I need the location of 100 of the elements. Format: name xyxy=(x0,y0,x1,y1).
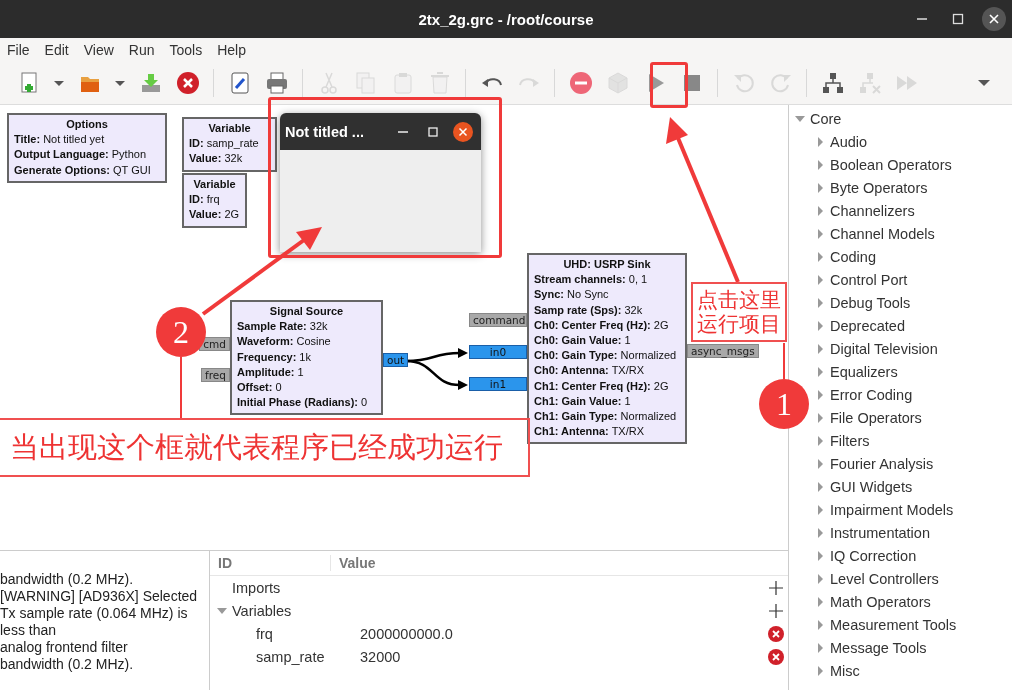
menu-item[interactable]: Edit xyxy=(44,42,69,58)
tree-item[interactable]: Deprecated xyxy=(809,314,905,337)
close-button[interactable] xyxy=(982,7,1006,31)
block-param: Value: 32k xyxy=(189,151,244,167)
tree-item[interactable]: Debug Tools xyxy=(809,291,911,314)
block-param: Generate Options: QT GUI xyxy=(14,162,152,178)
tree-item[interactable]: Audio xyxy=(809,130,868,153)
tree-item[interactable]: File Operators xyxy=(809,406,922,429)
block-title: Options xyxy=(65,117,109,132)
variable-row[interactable]: Imports xyxy=(210,576,788,599)
tree-item[interactable]: Instrumentation xyxy=(809,521,930,544)
printer-icon xyxy=(264,71,289,95)
menu-item[interactable]: View xyxy=(83,42,114,58)
log-line: bandwidth (0.2 MHz). xyxy=(0,656,135,673)
port[interactable]: async_msgs xyxy=(687,344,759,358)
remove-icon[interactable] xyxy=(768,625,784,642)
log-line: bandwidth (0.2 MHz). xyxy=(0,571,135,588)
block-title: Signal Source xyxy=(268,304,345,319)
hierarchy-icon xyxy=(820,71,845,95)
block-param: Value: 2G xyxy=(189,207,240,223)
menu-item[interactable]: Tools xyxy=(169,42,203,58)
tree-item[interactable]: IQ Correction xyxy=(809,544,917,567)
block-node[interactable]: Variable ID: samp_rate Value: 32k xyxy=(182,117,277,172)
tree-item[interactable]: Digital Television xyxy=(809,337,938,360)
caret-icon xyxy=(115,80,125,86)
tree-item[interactable]: Error Coding xyxy=(809,383,913,406)
block-param: ID: samp_rate xyxy=(189,136,260,152)
close-button[interactable] xyxy=(453,121,473,142)
block-node[interactable]: Signal Source Sample Rate: 32k Waveform: Cosine Frequency: 1k Amplitude: 1 Offset: 0 Initial Phase (Radians): 0 xyxy=(230,300,383,416)
minimize-icon xyxy=(916,18,928,20)
block-param: Stream channels: 0, 1 xyxy=(534,272,649,288)
variable-row[interactable]: Variables xyxy=(210,599,788,622)
tree-item[interactable]: Core xyxy=(789,107,842,130)
maximize-icon xyxy=(952,13,964,25)
cube-icon xyxy=(605,71,630,95)
close-icon xyxy=(453,121,473,142)
block-param: Amplitude: 1 xyxy=(237,364,305,380)
block-param: Ch1: Antenna: TX/RX xyxy=(534,424,646,440)
block-title: Variable xyxy=(207,121,252,136)
block-param: Ch0: Antenna: TX/RX xyxy=(534,363,646,379)
tree-item[interactable]: Fourier Analysis xyxy=(809,452,934,475)
add-icon[interactable] xyxy=(768,602,784,619)
tree-item[interactable]: Coding xyxy=(809,245,876,268)
tree-item[interactable]: Filters xyxy=(809,429,870,452)
block-param: ID: frq xyxy=(189,192,221,208)
highlight-frame xyxy=(650,62,688,108)
menu-item[interactable]: Help xyxy=(217,42,246,58)
block-node[interactable]: Variable ID: frq Value: 2G xyxy=(182,173,247,228)
port[interactable]: freq xyxy=(201,368,230,382)
block-param: Ch0: Center Freq (Hz): 2G xyxy=(534,317,670,333)
port[interactable]: out xyxy=(383,353,409,367)
block-param: Sync: No Sync xyxy=(534,287,610,303)
block-param: Ch1: Gain Type: Normalized xyxy=(534,409,678,425)
tree-item[interactable]: Equalizers xyxy=(809,360,898,383)
port[interactable]: command xyxy=(469,313,527,327)
block-param: Initial Phase (Radians): 0 xyxy=(237,395,369,411)
block-param: Output Language: Python xyxy=(14,147,148,163)
port[interactable]: in1 xyxy=(469,377,527,391)
log-line: analog frontend filter xyxy=(0,639,129,656)
log-line: [WARNING] [AD936X] Selected xyxy=(0,588,199,605)
block-node[interactable]: Options Title: Not titled yet Output Language: Python Generate Options: QT GUI xyxy=(7,113,167,183)
block-title: Variable xyxy=(192,177,237,192)
block-param: Ch0: Gain Value: 1 xyxy=(534,333,632,348)
menu-item[interactable]: File xyxy=(7,42,30,58)
block-param: Offset: 0 xyxy=(237,380,283,395)
minimize-icon xyxy=(398,130,408,133)
log-line: Tx sample rate (0.064 MHz) is xyxy=(0,605,189,622)
tree-item[interactable]: GUI Widgets xyxy=(809,475,913,498)
hierarchy-x-icon xyxy=(857,71,882,95)
tree-item[interactable]: Boolean Operators xyxy=(809,153,952,176)
add-icon[interactable] xyxy=(768,579,784,596)
column-header[interactable]: ID xyxy=(210,555,330,571)
tree-item[interactable]: Message Tools xyxy=(809,636,927,659)
variable-row[interactable]: frq 2000000000.0 xyxy=(210,622,788,645)
log-line: less than xyxy=(0,622,58,639)
variable-row[interactable]: samp_rate 32000 xyxy=(210,645,788,668)
block-node[interactable] xyxy=(527,253,687,445)
block-param: Title: Not titled yet xyxy=(14,132,106,148)
tree-item[interactable]: Byte Operators xyxy=(809,176,928,199)
leader-line xyxy=(783,342,785,380)
tree-item[interactable]: Impairment Models xyxy=(809,498,954,521)
minus-circle-icon xyxy=(568,71,593,95)
tree-item[interactable]: Measurement Tools xyxy=(809,613,957,636)
block-param: Sample Rate: 32k xyxy=(237,319,329,335)
remove-icon[interactable] xyxy=(768,648,784,665)
port[interactable]: in0 xyxy=(469,345,527,359)
tree-item[interactable]: Control Port xyxy=(809,268,908,291)
annotation-callout: 当出现这个框就代表程序已经成功运行 xyxy=(0,418,530,477)
annotation-callout: 点击这里运行项目 xyxy=(691,282,787,342)
tree-item[interactable]: Misc xyxy=(809,659,860,682)
popup-title: Not titled ... xyxy=(285,123,364,140)
block-param: Ch0: Gain Type: Normalized xyxy=(534,348,678,364)
tree-item[interactable]: Math Operators xyxy=(809,590,931,613)
block-param: Frequency: 1k xyxy=(237,349,312,365)
leader-line xyxy=(180,356,182,419)
tree-item[interactable]: Level Controllers xyxy=(809,567,939,590)
menu-item[interactable]: Run xyxy=(128,42,155,58)
tree-item[interactable]: Channel Models xyxy=(809,222,935,245)
caret-icon xyxy=(54,80,64,86)
tree-item[interactable]: Channelizers xyxy=(809,199,915,222)
